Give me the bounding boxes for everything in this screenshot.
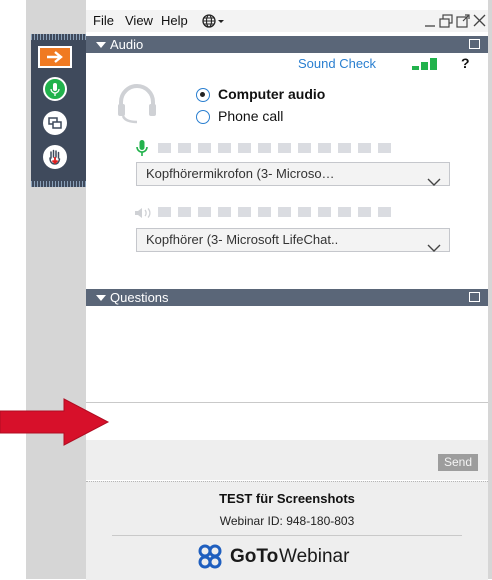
minimize-icon[interactable]	[424, 14, 436, 31]
microphone-mute-button[interactable]	[37, 75, 73, 103]
webinar-footer: TEST für Screenshots Webinar ID: 948-180…	[86, 481, 488, 580]
popout-icon[interactable]	[456, 14, 470, 31]
questions-log	[86, 308, 488, 401]
sound-check-bar-1	[412, 66, 419, 70]
footer-divider	[112, 535, 462, 536]
microphone-level-meter	[158, 143, 450, 153]
webinar-title: TEST für Screenshots	[219, 491, 355, 506]
webinar-id: Webinar ID: 948-180-803	[219, 514, 355, 528]
gotowebinar-logo-icon	[198, 544, 222, 569]
send-row: Send	[86, 440, 488, 480]
speaker-level-icon	[134, 206, 154, 224]
computer-audio-radio[interactable]	[196, 88, 210, 102]
phone-call-label[interactable]: Phone call	[218, 108, 283, 124]
popout-section-icon[interactable]	[469, 39, 480, 49]
speaker-level-meter	[158, 207, 450, 217]
main-panel: File View Help Audio Sound Check ? Compu…	[86, 0, 488, 580]
menu-bar: File View Help	[86, 10, 488, 32]
computer-audio-label[interactable]: Computer audio	[218, 86, 325, 102]
restore-icon[interactable]	[439, 14, 453, 31]
raise-hand-button[interactable]	[37, 143, 73, 171]
raise-hand-icon	[43, 145, 67, 169]
brand-suffix: Webinar	[279, 546, 350, 567]
phone-call-radio[interactable]	[196, 110, 210, 124]
menu-view[interactable]: View	[125, 13, 153, 28]
close-icon[interactable]	[473, 14, 486, 30]
questions-section-header[interactable]: Questions	[86, 289, 488, 306]
send-button[interactable]: Send	[438, 454, 478, 471]
menu-file[interactable]: File	[93, 13, 114, 28]
chevron-down-icon	[427, 237, 441, 259]
audio-header-title: Audio	[110, 37, 144, 52]
microphone-level-icon	[136, 140, 148, 161]
sound-check-bar-2	[421, 62, 428, 70]
audio-section-header[interactable]: Audio	[86, 36, 488, 53]
question-input[interactable]	[86, 402, 488, 441]
screen-share-icon	[43, 111, 67, 135]
popout-section-icon[interactable]	[469, 292, 480, 302]
speaker-device-value: Kopfhörer (3- Microsoft LifeChat..	[146, 232, 339, 247]
headset-icon	[116, 82, 158, 129]
audio-help-link[interactable]: ?	[461, 55, 470, 71]
collapse-panel-button[interactable]	[37, 43, 73, 71]
arrow-right-icon	[38, 46, 72, 68]
annotation-arrow-icon	[0, 397, 112, 452]
microphone-icon	[43, 77, 67, 101]
questions-header-title: Questions	[110, 290, 169, 305]
microphone-device-value: Kopfhörermikrofon (3- Microso…	[146, 166, 335, 181]
rail-grip-bottom[interactable]	[31, 181, 87, 187]
sound-check-link[interactable]: Sound Check	[298, 56, 376, 71]
rail-grip-top[interactable]	[31, 34, 87, 40]
collapse-triangle-icon	[96, 42, 106, 48]
control-rail	[31, 34, 87, 187]
screen-share-button[interactable]	[37, 109, 73, 137]
collapse-triangle-icon	[96, 295, 106, 301]
sound-check-bar-3	[430, 58, 437, 70]
microphone-device-select[interactable]: Kopfhörermikrofon (3- Microso…	[136, 162, 450, 186]
speaker-device-select[interactable]: Kopfhörer (3- Microsoft LifeChat..	[136, 228, 450, 252]
menu-help[interactable]: Help	[161, 13, 188, 28]
language-globe-icon[interactable]	[202, 14, 226, 31]
chevron-down-icon	[427, 171, 441, 193]
brand-prefix: GoTo	[230, 546, 279, 567]
